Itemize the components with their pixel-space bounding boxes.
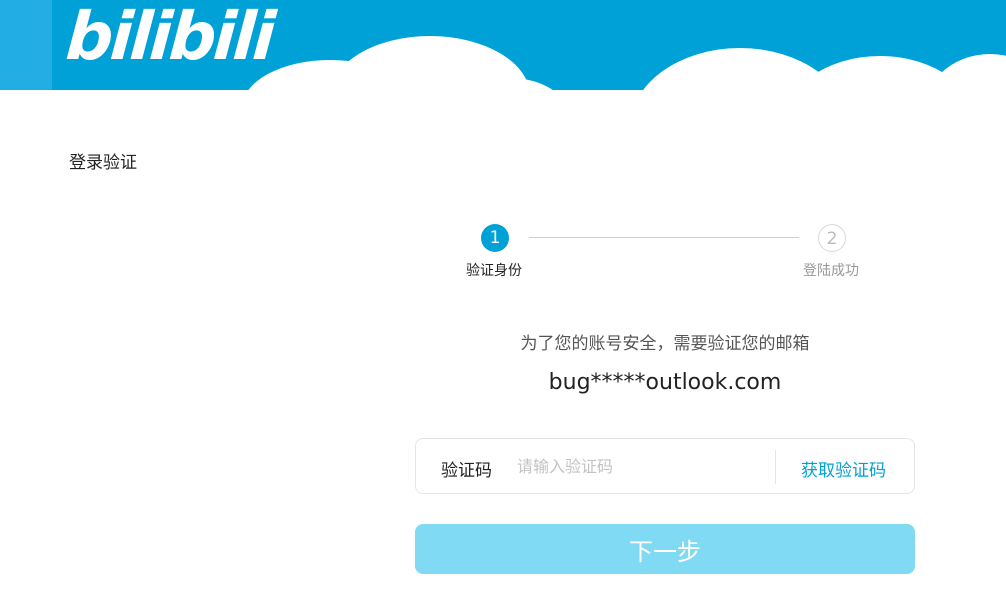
code-label: 验证码 (441, 461, 492, 481)
get-code-button[interactable]: 获取验证码 (801, 456, 886, 481)
header-banner: bilibili (0, 0, 1006, 90)
masked-email: bug*****outlook.com (548, 370, 782, 395)
verification-code-field: 验证码 获取验证码 (415, 438, 915, 494)
step-connector-line (529, 237, 799, 238)
step-2-label: 登陆成功 (803, 263, 859, 279)
bilibili-logo[interactable]: bilibili (63, 0, 276, 80)
next-step-button[interactable]: 下一步 (415, 524, 915, 574)
page-title: 登录验证 (69, 153, 137, 173)
step-progress: 1 2 验证身份 登陆成功 (458, 222, 878, 282)
step-1-label: 验证身份 (466, 263, 522, 279)
step-2-circle: 2 (818, 224, 846, 252)
step-1-circle: 1 (481, 224, 509, 252)
verify-hint-text: 为了您的账号安全，需要验证您的邮箱 (520, 334, 810, 354)
field-divider (775, 450, 776, 484)
code-input[interactable] (517, 451, 757, 481)
